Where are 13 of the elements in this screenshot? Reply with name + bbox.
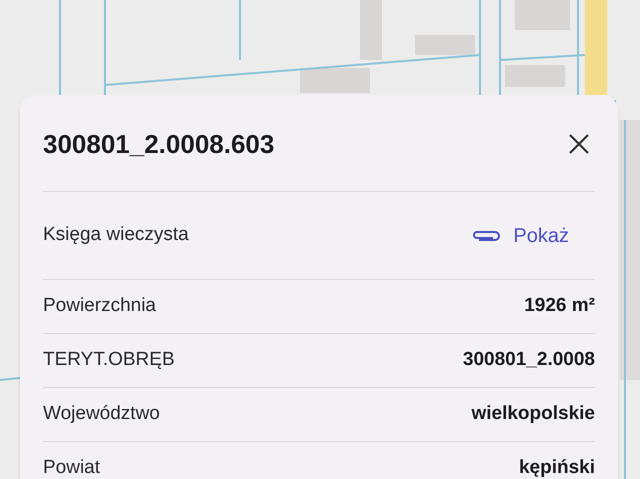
- show-link[interactable]: Pokaż: [471, 220, 595, 250]
- row-label: Powiat: [43, 456, 100, 479]
- row-value: 1926 m²: [524, 294, 595, 318]
- row-value: kępiński: [518, 456, 595, 479]
- close-icon: [568, 133, 590, 155]
- row-label: TERYT.OBRĘB: [43, 348, 175, 372]
- paperclip-icon: [471, 228, 502, 242]
- row-label: Księga wieczysta: [43, 223, 189, 248]
- row-value: 300801_2.0008: [462, 348, 595, 372]
- parcel-title: 300801_2.0008.603: [43, 128, 274, 160]
- row-label: Powierzchnia: [43, 294, 156, 318]
- row-label: Województwo: [43, 402, 160, 426]
- row-value: wielkopolskie: [471, 402, 595, 426]
